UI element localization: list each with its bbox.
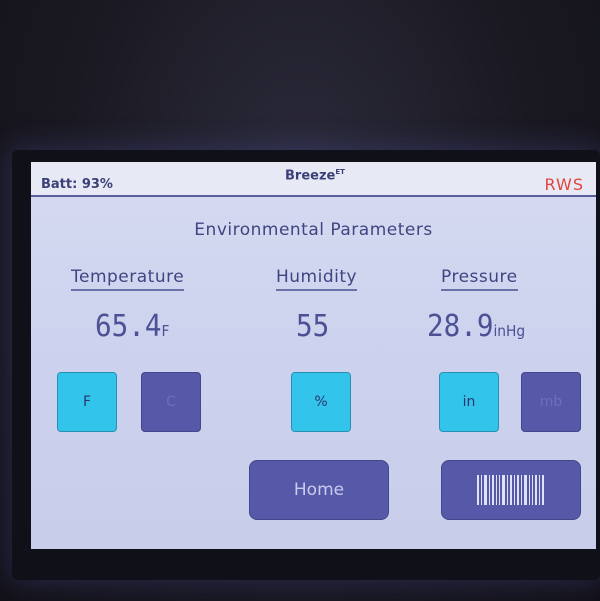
home-button[interactable]: Home (249, 460, 389, 520)
brand-name: Breeze (285, 168, 336, 184)
pressure-reading: 28.9inHg (427, 309, 525, 344)
brand-superscript: ET (335, 168, 345, 176)
temperature-reading: 65.4F (95, 309, 169, 344)
pressure-value: 28.9 (427, 309, 494, 344)
barcode-button[interactable] (441, 460, 581, 520)
battery-status: Batt: 93% (41, 177, 113, 192)
pressure-millibar-button[interactable]: mb (521, 372, 581, 432)
barcode-icon (476, 475, 546, 505)
fahrenheit-button[interactable]: F (57, 372, 117, 432)
humidity-reading: 55 (296, 309, 329, 344)
device-screen: Batt: 93% BreezeET RWS Environmental Par… (31, 162, 596, 549)
humidity-heading: Humidity (276, 267, 358, 291)
temperature-heading: Temperature (71, 267, 185, 291)
celsius-button[interactable]: C (141, 372, 201, 432)
temperature-value: 65.4 (95, 309, 162, 344)
humidity-percent-button[interactable]: % (291, 372, 351, 432)
brand-logo: BreezeET (285, 168, 345, 183)
humidity-value: 55 (296, 309, 330, 344)
pressure-heading: Pressure (441, 267, 518, 291)
rws-indicator: RWS (544, 175, 584, 194)
temperature-unit: F (161, 322, 170, 340)
status-bar: Batt: 93% BreezeET RWS (31, 162, 596, 197)
page-title: Environmental Parameters (194, 220, 433, 240)
pressure-unit: inHg (493, 322, 526, 340)
pressure-inches-button[interactable]: in (439, 372, 499, 432)
